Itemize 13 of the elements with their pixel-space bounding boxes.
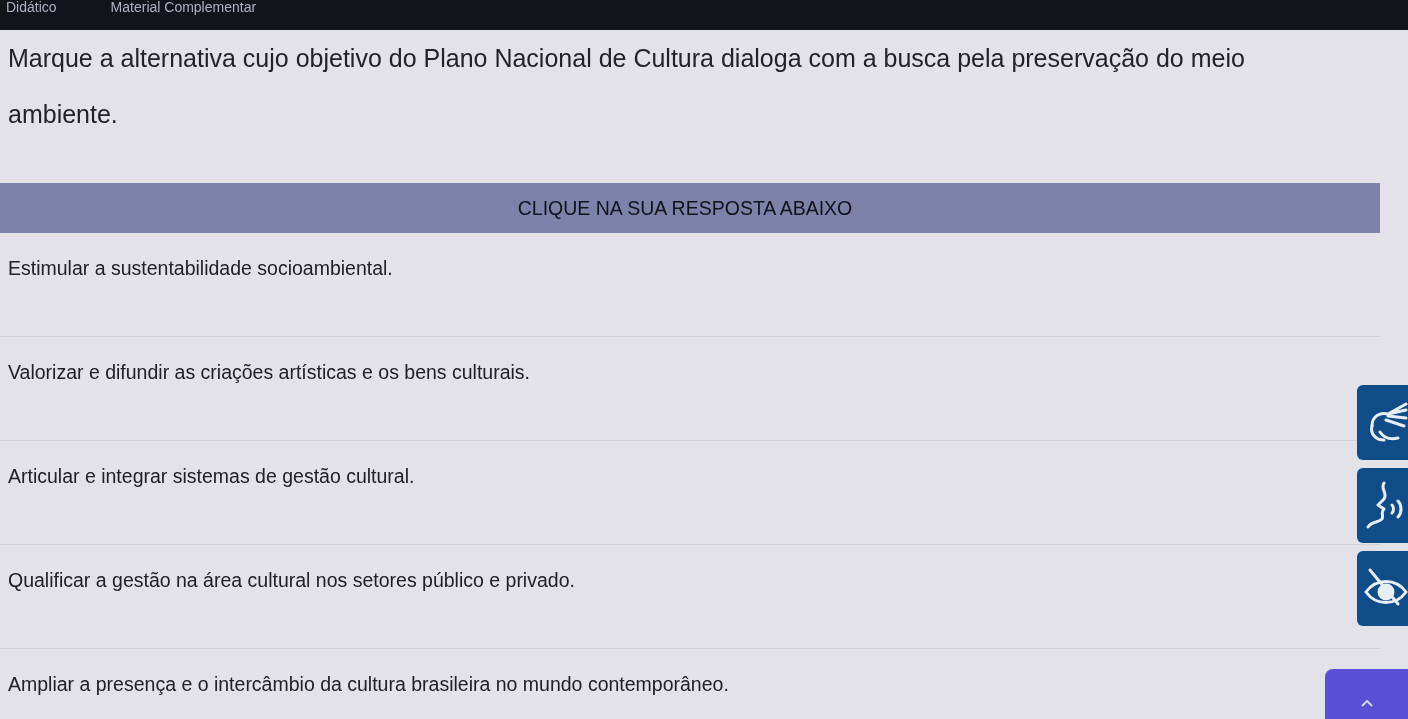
nav-link[interactable]: Didático — [6, 0, 57, 14]
caret-up-icon — [1360, 700, 1373, 707]
answer-option[interactable]: Articular e integrar sistemas de gestão cultural. — [4, 461, 419, 492]
instruction-text: CLIQUE NA SUA RESPOSTA ABAIXO — [517, 196, 853, 220]
speaking-head-icon[interactable] — [1357, 468, 1408, 543]
answer-option[interactable]: Qualificar a gestão na área cultural nos setores público e privado. — [4, 565, 579, 596]
answer-option[interactable]: Valorizar e difundir as criações artísticas e os bens culturais. — [4, 357, 535, 388]
answer-option[interactable]: Ampliar a presença e o intercâmbio da cultura brasileira no mundo contemporâneo. — [4, 669, 733, 700]
question-text: Marque a alternativa cujo objetivo do Plano Nacional de Cultura dialoga com a busca pela preservação do meio ambiente. — [8, 43, 1246, 130]
answer-option[interactable]: Estimular a sustentabilidade socioambiental. — [4, 253, 397, 284]
nav-link[interactable]: Material Complementar — [110, 0, 257, 14]
eye-icon[interactable] — [1357, 551, 1408, 626]
sign-language-icon[interactable] — [1357, 385, 1408, 460]
